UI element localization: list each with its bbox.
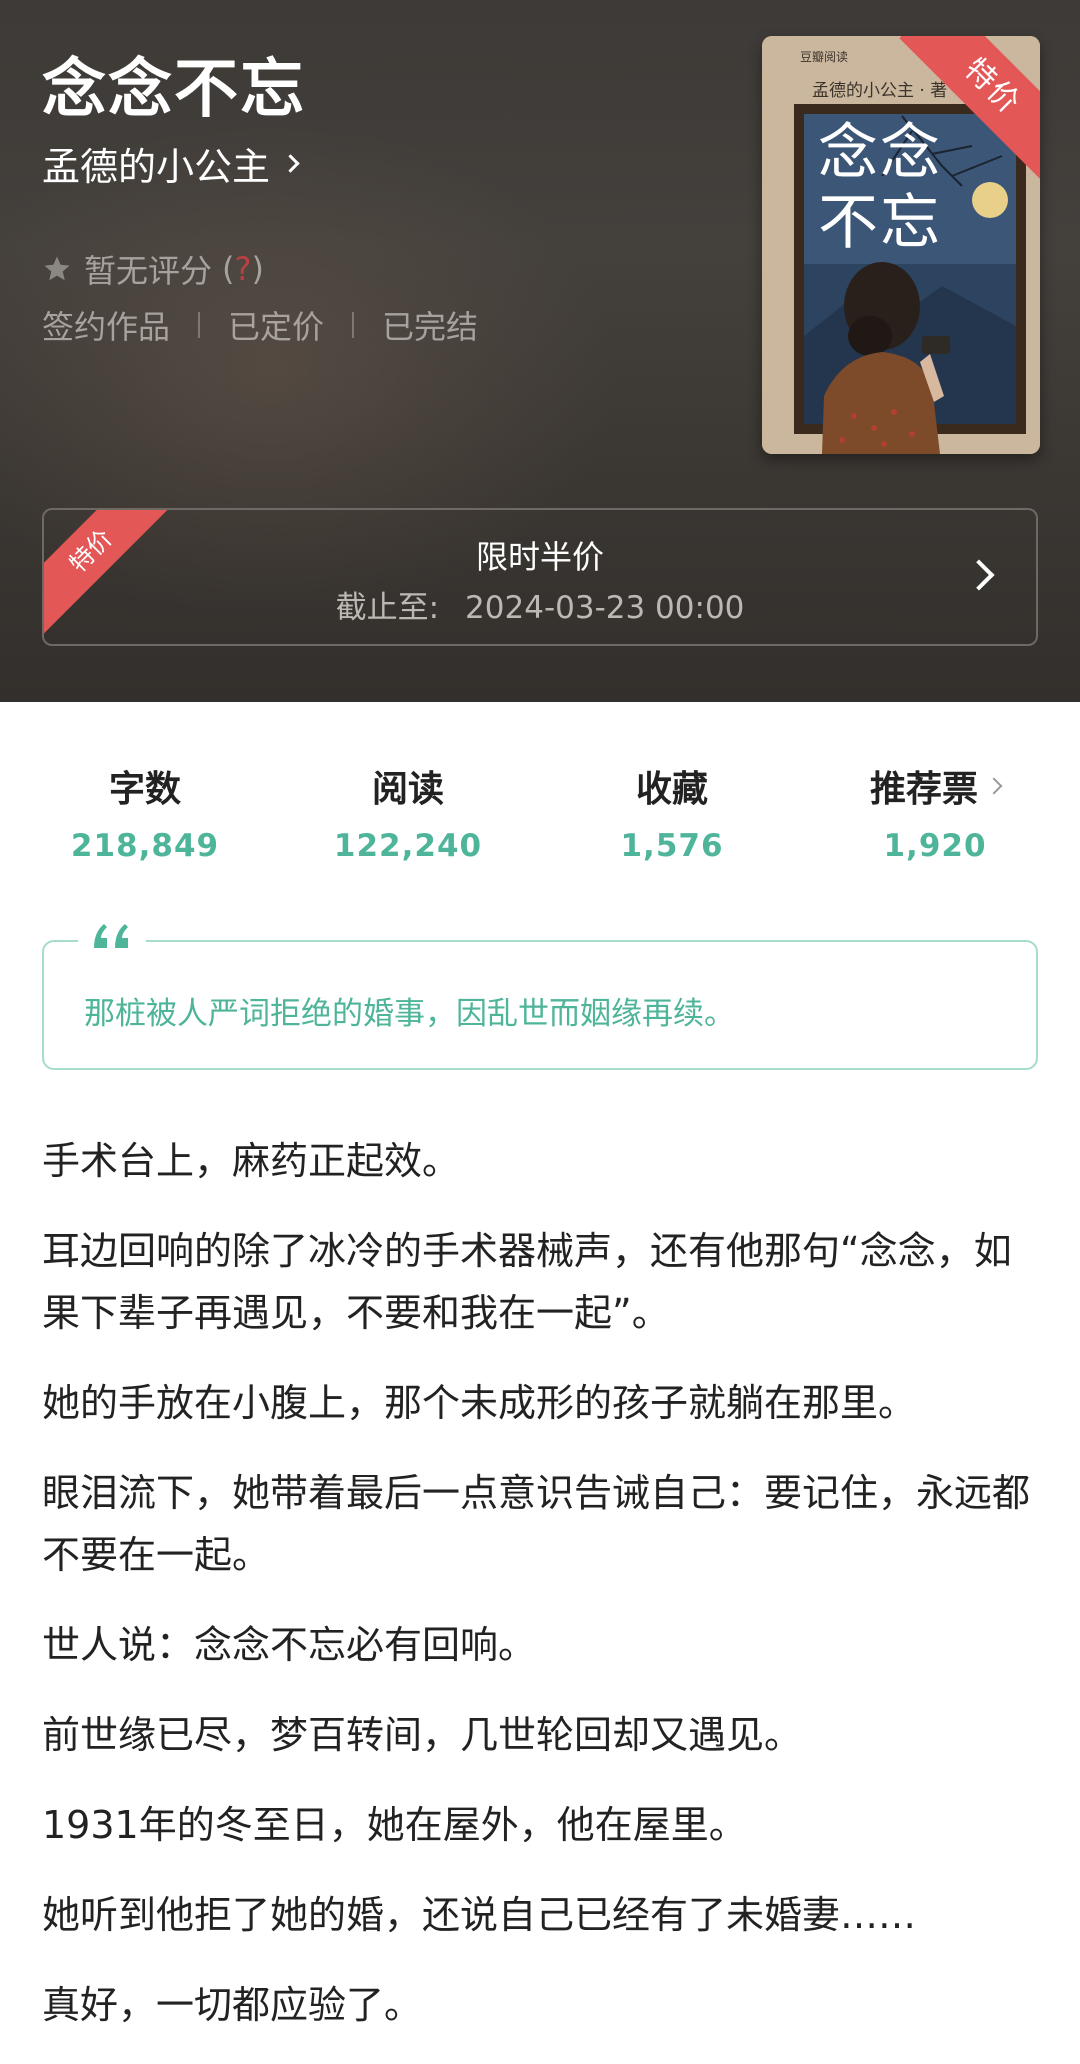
stat-word-count: 字数 218,849 <box>10 760 280 864</box>
stat-recommend-votes[interactable]: 推荐票 1,920 <box>800 760 1070 864</box>
star-icon <box>44 256 70 281</box>
cover-logo: 豆瓣阅读 <box>800 50 849 64</box>
book-cover[interactable]: 豆瓣阅读 孟德的小公主 · 著 念念 不忘 特价 <box>762 36 1040 454</box>
chevron-right-icon <box>281 154 300 173</box>
synopsis-paragraph: 世人说：念念不忘必有回响。 <box>42 1623 537 1667</box>
rating-text: 暂无评分 <box>84 252 213 290</box>
book-header: 念念不忘 孟德的小公主 暂无评分 ( ? ) 签约作品 已定价 已完结 豆瓣阅读… <box>0 0 1080 702</box>
chevron-right-icon <box>985 777 1003 795</box>
divider <box>352 312 355 338</box>
stat-label: 字数 <box>108 769 181 810</box>
synopsis-paragraph: 眼泪流下，她带着最后一点意识告诫自己：要记住，永远都不要在一起。 <box>42 1471 1031 1577</box>
tag-signed: 签约作品 <box>42 308 171 346</box>
divider <box>198 312 201 338</box>
stat-label: 收藏 <box>635 769 708 810</box>
synopsis-paragraph: 手术台上，麻药正起效。 <box>42 1139 461 1183</box>
rating-paren-close: ) <box>251 250 264 288</box>
rating-help-icon[interactable]: ? <box>235 250 252 288</box>
stats-row: 字数 218,849 阅读 122,240 收藏 1,576 推荐票 1,920 <box>0 760 1080 870</box>
promo-deadline: 截止至: 2024-03-23 00:00 <box>44 582 1036 627</box>
cover-title-line1: 念念 <box>818 118 942 188</box>
stat-value: 1,576 <box>620 828 724 864</box>
tag-priced: 已定价 <box>228 308 325 346</box>
stat-label: 推荐票 <box>800 760 1070 812</box>
deadline-label: 截止至: <box>335 590 440 626</box>
rating-row: 暂无评分 ( ? ) <box>42 246 264 292</box>
tagline-quote: 那桩被人严词拒绝的婚事，因乱世而姻缘再续。 <box>42 918 1038 1070</box>
synopsis: 手术台上，麻药正起效。 耳边回响的除了冰冷的手术器械声，还有他那句“念念，如果下… <box>42 1130 1042 2064</box>
tag-completed: 已完结 <box>382 308 479 346</box>
stat-value: 122,240 <box>333 828 483 864</box>
synopsis-paragraph: 她听到他拒了她的婚，还说自己已经有了未婚妻…… <box>42 1893 917 1937</box>
synopsis-paragraph: 她的手放在小腹上，那个未成形的孩子就躺在那里。 <box>42 1381 917 1425</box>
synopsis-paragraph: 前世缘已尽，梦百转间，几世轮回却又遇见。 <box>42 1713 803 1757</box>
stat-reads: 阅读 122,240 <box>273 760 543 864</box>
cover-title: 念念 不忘 <box>818 118 942 258</box>
promo-banner[interactable]: 特价 限时半价 截止至: 2024-03-23 00:00 <box>42 508 1038 646</box>
cover-author: 孟德的小公主 · 著 <box>812 81 948 101</box>
stat-favorites: 收藏 1,576 <box>537 760 807 864</box>
synopsis-paragraph: 1931年的冬至日，她在屋外，他在屋里。 <box>42 1803 747 1847</box>
recommend-label: 推荐票 <box>869 769 978 810</box>
rating-paren-open: ( <box>222 250 235 288</box>
synopsis-paragraph: 真好，一切都应验了。 <box>42 1983 423 2027</box>
deadline-value: 2024-03-23 00:00 <box>465 590 745 626</box>
author-name: 孟德的小公主 <box>42 145 271 189</box>
quote-text: 那桩被人严词拒绝的婚事，因乱世而姻缘再续。 <box>84 996 735 1032</box>
book-title: 念念不忘 <box>42 53 306 127</box>
cover-title-line2: 不忘 <box>818 188 942 258</box>
synopsis-paragraph: 耳边回响的除了冰冷的手术器械声，还有他那句“念念，如果下辈子再遇见，不要和我在一… <box>42 1229 1012 1335</box>
author-link[interactable]: 孟德的小公主 <box>42 136 300 191</box>
quote-icon <box>78 918 146 958</box>
stat-value: 218,849 <box>70 828 220 864</box>
stat-value: 1,920 <box>883 828 987 864</box>
book-tags: 签约作品 已定价 已完结 <box>42 302 478 348</box>
promo-title: 限时半价 <box>475 538 604 576</box>
stat-label: 阅读 <box>371 769 444 810</box>
